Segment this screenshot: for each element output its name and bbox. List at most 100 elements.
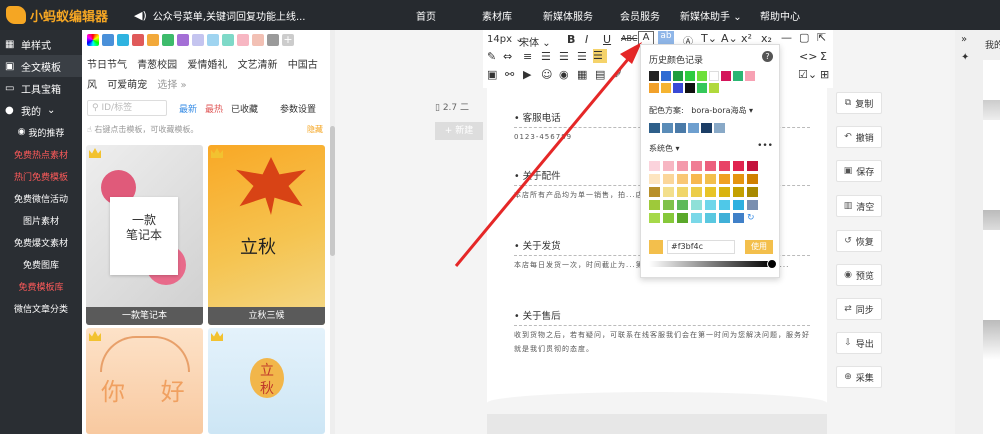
restore-label: 恢复 [855,237,874,248]
color-cell[interactable] [663,161,674,171]
color-cell[interactable] [709,83,719,93]
my-content-thumbnails[interactable] [983,60,1000,434]
refresh-icon[interactable]: ↻ [747,213,758,223]
color-cell[interactable] [733,200,744,210]
color-cell[interactable] [662,123,673,133]
color-cell[interactable] [649,123,660,133]
color-cell[interactable] [677,200,688,210]
color-cell[interactable] [649,161,660,171]
color-cell[interactable] [733,71,743,81]
color-cell[interactable] [649,174,660,184]
color-cell[interactable] [747,174,758,184]
color-cell[interactable] [675,123,686,133]
scheme-row[interactable]: 配色方案: bora-bora海岛 ▾ [649,105,753,116]
copy-button[interactable]: ⧉ 复制 [836,92,882,114]
color-cell[interactable] [747,161,758,171]
color-cell[interactable] [705,200,716,210]
color-cell[interactable] [663,174,674,184]
current-color-preview [649,240,663,254]
system-colors: ↻ [649,161,758,223]
color-cell[interactable] [697,71,707,81]
color-cell[interactable] [721,71,731,81]
help-icon[interactable]: ? [762,51,773,62]
color-cell[interactable] [705,161,716,171]
color-cell[interactable] [733,213,744,223]
export-button[interactable]: ⇩ 导出 [836,332,882,354]
use-button[interactable]: 使用 [745,240,773,254]
color-cell[interactable] [705,213,716,223]
color-cell[interactable] [705,187,716,197]
preview-button[interactable]: ◉ 预览 [836,264,882,286]
color-cell[interactable] [663,213,674,223]
color-cell[interactable] [661,71,671,81]
slider-handle[interactable] [767,259,777,269]
system-color-row[interactable]: 系统色 ▾ [649,143,680,154]
my-panel-title: 我的 [985,41,1000,51]
color-cell[interactable] [697,83,707,93]
color-cell[interactable] [719,213,730,223]
color-cell[interactable] [747,200,758,210]
color-cell[interactable] [747,187,758,197]
sync-button[interactable]: ⇄ 同步 [836,298,882,320]
restore-button[interactable]: ↺ 恢复 [836,230,882,252]
collect-button[interactable]: ⊕ 采集 [836,366,882,388]
color-cell[interactable] [677,187,688,197]
color-cell[interactable] [688,123,699,133]
caret-down-icon: ▾ [675,144,680,153]
expand-icon[interactable]: » [961,34,967,45]
color-cell[interactable] [677,174,688,184]
color-cell[interactable] [719,174,730,184]
export-label: 导出 [855,339,874,350]
copy-label: 复制 [855,99,874,110]
color-cell[interactable] [714,123,725,133]
right-side-panel: » ✦ 我的 [955,30,1000,434]
color-cell[interactable] [709,71,719,81]
color-cell[interactable] [745,71,755,81]
color-cell[interactable] [649,187,660,197]
color-cell[interactable] [677,213,688,223]
color-cell[interactable] [685,83,695,93]
trash-icon: ▥ [843,201,853,211]
scheme-value: bora-bora海岛 [691,106,747,115]
color-cell[interactable] [691,200,702,210]
color-picker-popup: 历史颜色记录 ? 配色方案: bora-bora海岛 ▾ 系统色 ▾ ••• ↻… [640,44,780,278]
color-cell[interactable] [673,71,683,81]
color-cell[interactable] [649,83,659,93]
color-cell[interactable] [663,187,674,197]
preview-label: 预览 [855,271,874,282]
undo-button[interactable]: ↶ 撤销 [836,126,882,148]
color-cell[interactable] [691,213,702,223]
caret-down-icon: ▾ [749,106,754,115]
scheme-label: 配色方案: [649,106,684,115]
clear-label: 清空 [856,202,875,213]
color-cell[interactable] [701,123,712,133]
color-cell[interactable] [733,187,744,197]
color-cell[interactable] [649,213,660,223]
undo-label: 撤销 [855,133,874,144]
color-cell[interactable] [719,200,730,210]
color-cell[interactable] [705,174,716,184]
color-cell[interactable] [661,83,671,93]
color-cell[interactable] [685,71,695,81]
more-icon[interactable]: ••• [757,141,773,151]
color-cell[interactable] [673,83,683,93]
brightness-slider[interactable] [649,261,773,267]
color-cell[interactable] [691,174,702,184]
color-cell[interactable] [719,187,730,197]
color-cell[interactable] [733,161,744,171]
color-cell[interactable] [691,187,702,197]
history-colors [649,71,755,93]
color-cell[interactable] [677,161,688,171]
plus-circle-icon: ⊕ [844,372,852,382]
clear-button[interactable]: ▥ 清空 [836,195,882,217]
color-cell[interactable] [733,174,744,184]
save-icon: ▣ [843,166,853,176]
color-cell[interactable] [691,161,702,171]
magic-wand-icon[interactable]: ✦ [961,52,969,63]
hex-input[interactable]: #f3bf4c [667,240,735,254]
color-cell[interactable] [663,200,674,210]
save-button[interactable]: ▣ 保存 [836,160,882,182]
color-cell[interactable] [649,71,659,81]
color-cell[interactable] [719,161,730,171]
color-cell[interactable] [649,200,660,210]
